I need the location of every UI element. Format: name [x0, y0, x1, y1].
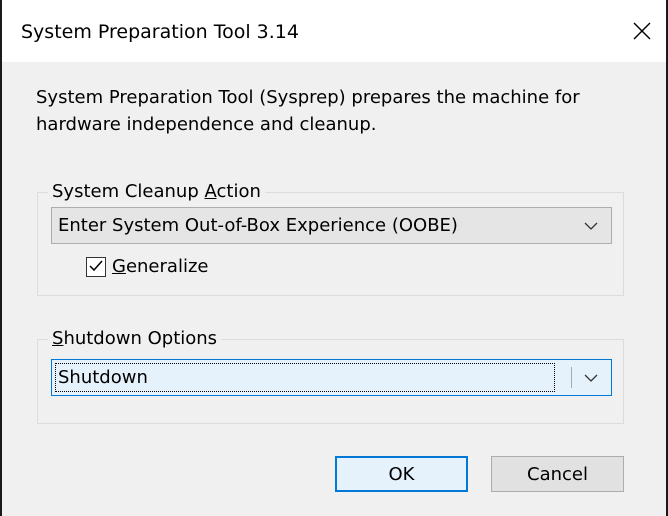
sysprep-dialog: System Preparation Tool 3.14 System Prep…: [0, 0, 668, 516]
description-text: System Preparation Tool (Sysprep) prepar…: [36, 87, 580, 135]
generalize-checkbox[interactable]: [86, 257, 106, 277]
shutdown-options-group: Shutdown Options Shutdown: [37, 328, 624, 424]
shutdown-options-label: Shutdown Options: [48, 328, 222, 350]
close-button[interactable]: [618, 0, 666, 62]
window-title: System Preparation Tool 3.14: [21, 21, 299, 43]
cleanup-action-dropdown[interactable]: Enter System Out-of-Box Experience (OOBE…: [51, 207, 612, 244]
chevron-down-icon: [571, 360, 611, 395]
cancel-button[interactable]: Cancel: [491, 456, 624, 492]
cleanup-action-label: System Cleanup Action: [48, 181, 265, 203]
checkmark-icon: [88, 258, 104, 277]
title-bar[interactable]: System Preparation Tool 3.14: [2, 0, 666, 62]
shutdown-options-value: Shutdown: [58, 366, 148, 388]
generalize-checkbox-row[interactable]: Generalize: [86, 256, 208, 278]
combo-divider: [571, 367, 572, 388]
chevron-down-icon: [571, 208, 611, 243]
ok-button[interactable]: OK: [335, 456, 468, 492]
shutdown-options-dropdown[interactable]: Shutdown: [51, 359, 612, 396]
cleanup-action-group: System Cleanup Action Enter System Out-o…: [37, 181, 624, 296]
close-icon: [633, 22, 651, 40]
generalize-label: Generalize: [112, 256, 209, 277]
cleanup-action-value: Enter System Out-of-Box Experience (OOBE…: [58, 214, 458, 236]
